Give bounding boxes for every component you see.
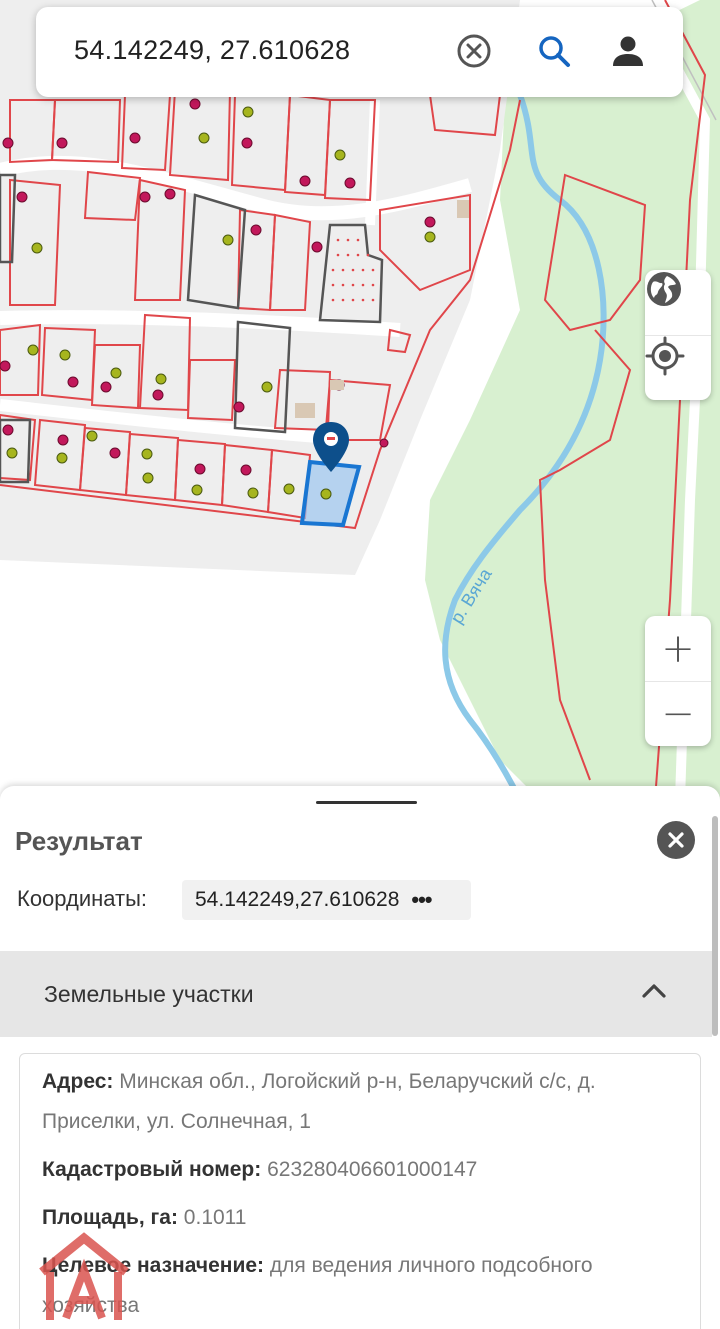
- scrollbar[interactable]: [712, 816, 718, 1036]
- coords-value: 54.142249,27.610628: [195, 888, 400, 911]
- map-canvas[interactable]: р. Вяча: [0, 0, 720, 800]
- close-icon: [668, 832, 684, 848]
- area-value: 0.1011: [177, 1206, 247, 1229]
- chevron-up-icon[interactable]: [640, 981, 668, 1001]
- area-key: Площадь, га:: [42, 1206, 178, 1229]
- close-result-button[interactable]: [657, 821, 695, 859]
- search-input[interactable]: 54.142249, 27.610628: [74, 35, 350, 66]
- cadastral-key: Кадастровый номер:: [42, 1158, 262, 1181]
- globe-icon[interactable]: [645, 270, 711, 335]
- selected-parcel-house: [320, 488, 332, 500]
- search-bar[interactable]: 54.142249, 27.610628: [36, 7, 683, 97]
- zoom-out-button[interactable]: −: [645, 681, 711, 746]
- clear-search-icon[interactable]: [456, 33, 496, 73]
- logo-icon: [39, 1232, 129, 1320]
- zoom-in-icon: +: [661, 625, 695, 672]
- search-icon[interactable]: [536, 33, 576, 73]
- user-icon[interactable]: [610, 33, 650, 73]
- land-parcels-title: Земельные участки: [44, 981, 254, 1007]
- map-view[interactable]: р. Вяча 54.142249, 27.610628 + −: [0, 0, 720, 800]
- coords-label: Координаты:: [17, 886, 148, 911]
- more-icon[interactable]: •••: [411, 887, 432, 913]
- address-key: Адрес:: [42, 1070, 114, 1093]
- address-row: Адрес: Минская обл., Логойский р-н, Бела…: [42, 1062, 682, 1142]
- area-row: Площадь, га: 0.1011: [42, 1198, 682, 1238]
- zoom-out-icon: −: [661, 691, 695, 737]
- purpose-row: Целевое назначение: для ведения личного …: [42, 1246, 682, 1326]
- my-location-icon[interactable]: [645, 335, 711, 400]
- drag-handle[interactable]: [316, 801, 417, 804]
- address-value: Минская обл., Логойский р-н, Беларучский…: [42, 1070, 596, 1133]
- cadastral-value: 623280406601000147: [261, 1158, 478, 1181]
- land-parcels-section-header[interactable]: Земельные участки: [0, 951, 712, 1037]
- cadastral-row: Кадастровый номер: 623280406601000147: [42, 1150, 682, 1190]
- result-title: Результат: [15, 826, 143, 856]
- zoom-in-button[interactable]: +: [645, 616, 711, 681]
- zoom-controls: + −: [645, 616, 711, 746]
- map-layer-controls: [645, 270, 711, 400]
- coords-chip[interactable]: 54.142249,27.610628 •••: [182, 880, 471, 920]
